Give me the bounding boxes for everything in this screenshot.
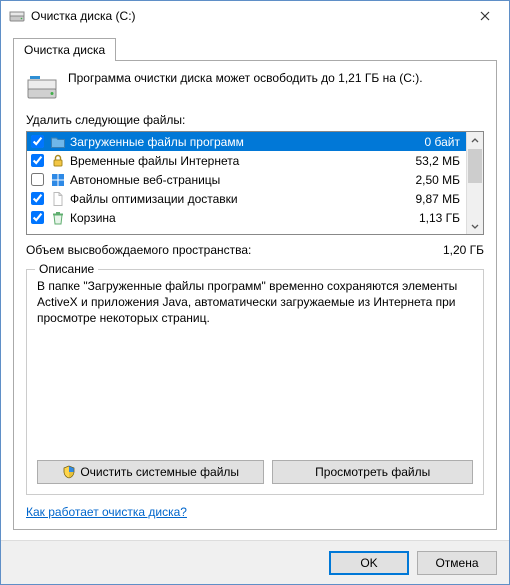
window-title: Очистка диска (C:) — [31, 9, 465, 23]
shield-icon — [62, 465, 76, 479]
scroll-track[interactable] — [467, 149, 483, 217]
item-name: Файлы оптимизации доставки — [70, 192, 411, 206]
scroll-up-button[interactable] — [467, 132, 483, 149]
tab-strip: Очистка диска — [13, 37, 497, 60]
dialog-button-bar: OK Отмена — [1, 540, 509, 584]
list-item[interactable]: Автономные веб-страницы 2,50 МБ — [27, 170, 466, 189]
win-icon — [50, 172, 66, 188]
item-size: 53,2 МБ — [415, 154, 462, 168]
item-checkbox[interactable] — [31, 211, 44, 224]
view-files-button[interactable]: Просмотреть файлы — [272, 460, 473, 484]
description-legend: Описание — [35, 262, 98, 276]
description-groupbox: Описание В папке "Загруженные файлы прог… — [26, 269, 484, 495]
file-categories-list[interactable]: Загруженные файлы программ 0 байт Временны… — [26, 131, 484, 235]
drive-icon — [9, 8, 25, 24]
tab-disk-cleanup[interactable]: Очистка диска — [13, 38, 116, 61]
item-name: Корзина — [70, 211, 415, 225]
scrollbar[interactable] — [466, 132, 483, 234]
item-checkbox[interactable] — [31, 135, 44, 148]
total-row: Объем высвобождаемого пространства: 1,20… — [26, 243, 484, 257]
client-area: Очистка диска Программа очистки диска мо… — [1, 31, 509, 540]
list-item[interactable]: Временные файлы Интернета 53,2 МБ — [27, 151, 466, 170]
item-size: 1,13 ГБ — [419, 211, 462, 225]
item-size: 2,50 МБ — [415, 173, 462, 187]
item-name: Временные файлы Интернета — [70, 154, 411, 168]
scroll-down-button[interactable] — [467, 217, 483, 234]
drive-large-icon — [26, 71, 58, 103]
lock-icon — [50, 153, 66, 169]
info-text: Программа очистки диска может освободить… — [68, 71, 423, 87]
how-works-link[interactable]: Как работает очистка диска? — [26, 505, 187, 519]
description-text: В папке "Загруженные файлы программ" вре… — [37, 278, 473, 452]
view-files-label: Просмотреть файлы — [315, 465, 430, 479]
item-checkbox[interactable] — [31, 173, 44, 186]
cancel-button[interactable]: Отмена — [417, 551, 497, 575]
item-name: Автономные веб-страницы — [70, 173, 411, 187]
total-label: Объем высвобождаемого пространства: — [26, 243, 443, 257]
list-item[interactable]: Файлы оптимизации доставки 9,87 МБ — [27, 189, 466, 208]
item-checkbox[interactable] — [31, 154, 44, 167]
disk-cleanup-window: Очистка диска (C:) Очистка диска — [0, 0, 510, 585]
recycle-icon — [50, 210, 66, 226]
delete-files-label: Удалить следующие файлы: — [26, 113, 484, 127]
file-icon — [50, 191, 66, 207]
close-button[interactable] — [465, 2, 505, 30]
clean-system-files-label: Очистить системные файлы — [80, 465, 239, 479]
titlebar: Очистка диска (C:) — [1, 1, 509, 31]
list-item[interactable]: Загруженные файлы программ 0 байт — [27, 132, 466, 151]
item-size: 9,87 МБ — [415, 192, 462, 206]
total-value: 1,20 ГБ — [443, 243, 484, 257]
item-checkbox[interactable] — [31, 192, 44, 205]
clean-system-files-button[interactable]: Очистить системные файлы — [37, 460, 264, 484]
item-name: Загруженные файлы программ — [70, 135, 421, 149]
tab-pane: Программа очистки диска может освободить… — [13, 60, 497, 530]
ok-button[interactable]: OK — [329, 551, 409, 575]
folder-icon — [50, 134, 66, 150]
info-row: Программа очистки диска может освободить… — [26, 71, 484, 103]
scroll-thumb[interactable] — [468, 149, 482, 183]
list-item[interactable]: Корзина 1,13 ГБ — [27, 208, 466, 227]
item-size: 0 байт — [425, 135, 462, 149]
